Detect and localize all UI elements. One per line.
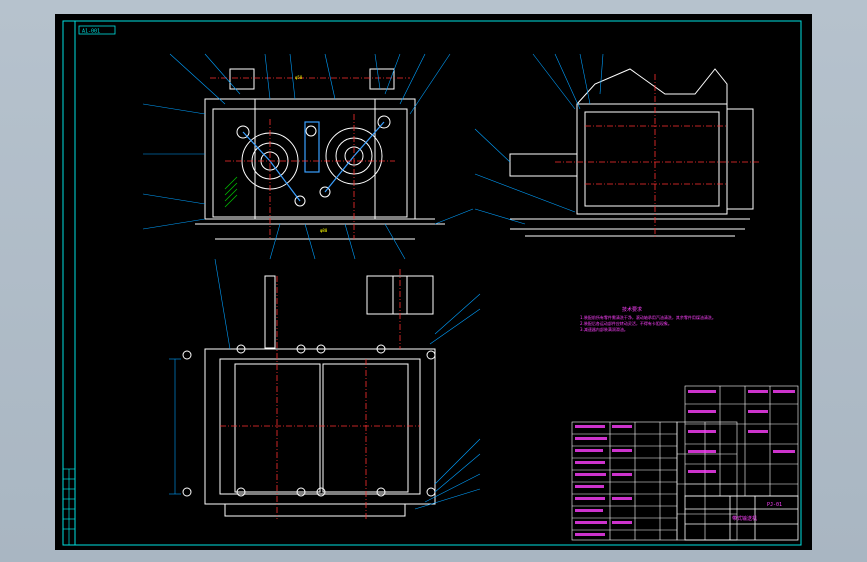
left-margin-table [62, 468, 76, 546]
cad-viewport[interactable]: A1-001 φ58 φ80 技术要求 1.装配前所有零件需清洗干净，滚动轴承用… [55, 14, 812, 550]
notes-line-3: 3.减速器内部装满润滑油。 [580, 326, 628, 332]
notes-line-2: 2.装配后各运动部件应转动灵活，不得有卡阻现象。 [580, 320, 672, 326]
top-view [169, 258, 481, 519]
technical-notes: 技术要求 1.装配前所有零件需清洗干净，滚动轴承用汽油清洗，其余零件用煤油清洗。… [580, 306, 716, 332]
drawing-name: 带式输送机 [732, 515, 757, 522]
parts-list-middle [676, 421, 738, 541]
parts-list-right [684, 385, 799, 497]
notes-heading: 技术要求 [622, 306, 642, 313]
side-view [474, 53, 760, 239]
notes-line-1: 1.装配前所有零件需清洗干净，滚动轴承用汽油清洗，其余零件用煤油清洗。 [580, 314, 716, 320]
front-view: φ58 φ80 [142, 53, 474, 260]
drawing-number: PJ-01 [767, 502, 782, 508]
title-block-tag: A1-001 [82, 29, 100, 35]
drawing-sheet: A1-001 φ58φ80 技术要求 1.装配前所有零件需清洗干净，滚动轴承用汽… [62, 20, 802, 546]
sheet-frame [62, 20, 802, 546]
svg-text:φ58: φ58 [295, 75, 303, 80]
svg-text:φ80: φ80 [320, 228, 328, 233]
